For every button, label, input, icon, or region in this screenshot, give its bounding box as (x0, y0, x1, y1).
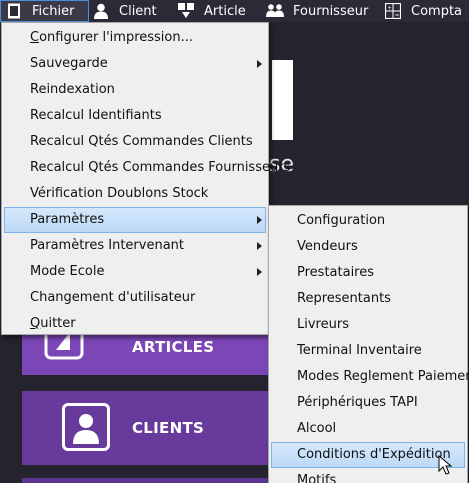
submenu-arrow-icon (257, 216, 262, 224)
menu-item-label: Recalcul Qtés Commandes Fournisseurs (30, 160, 291, 175)
articles-tile-label: ARTICLES (132, 337, 215, 356)
submenu-item-prestataires[interactable]: Prestataires (269, 260, 467, 286)
bottom-tile[interactable] (22, 478, 270, 483)
menu-item-label: Livreurs (297, 317, 349, 332)
submenu-item-configuration[interactable]: Configuration (269, 208, 467, 234)
background-logo-fragment (272, 60, 293, 140)
people-icon (266, 2, 284, 20)
mouse-pointer-icon (438, 455, 453, 475)
menu-item-label: onfigurer l'impression... (39, 30, 194, 45)
menu-item-configurer-impression[interactable]: Configurer l'impression... (2, 25, 268, 51)
menu-item-label: Mode Ecole (30, 264, 105, 279)
menu-item-label: Configuration (297, 213, 386, 228)
submenu-item-representants[interactable]: Representants (269, 286, 467, 312)
submenu-item-terminal-inventaire[interactable]: Terminal Inventaire (269, 338, 467, 364)
svg-text:=: = (395, 13, 399, 19)
menu-item-verification-doublons[interactable]: Vérification Doublons Stock (2, 181, 268, 207)
submenu-item-alcool[interactable]: Alcool (269, 416, 467, 442)
menu-item-label: Recalcul Qtés Commandes Clients (30, 134, 253, 149)
menu-fichier-label: Fichier (32, 3, 75, 19)
menu-item-recalcul-qtes-clients[interactable]: Recalcul Qtés Commandes Clients (2, 129, 268, 155)
menu-item-label: Terminal Inventaire (297, 343, 422, 358)
menu-item-changement-utilisateur[interactable]: Changement d'utilisateur (2, 285, 268, 311)
menu-fichier[interactable]: Fichier (0, 0, 89, 22)
menu-item-label: Périphériques TAPI (297, 395, 418, 410)
accelerator-c: C (30, 30, 40, 45)
menu-item-reindexation[interactable]: Reindexation (2, 77, 268, 103)
menu-item-label: Modes Reglement Paiement (297, 369, 469, 384)
menu-compta[interactable]: + = Compta (384, 0, 462, 22)
menu-item-label: Representants (297, 291, 391, 306)
svg-text:+: + (388, 6, 392, 12)
menu-item-label: Prestataires (297, 265, 375, 280)
submenu-arrow-icon (257, 268, 262, 276)
submenu-item-conditions-expedition[interactable]: Conditions d'Expédition (271, 442, 465, 468)
submenu-arrow-icon (257, 242, 262, 250)
menu-item-label: Paramètres (30, 212, 105, 227)
menu-client[interactable]: Client (92, 0, 157, 22)
menu-item-label: Conditions d'Expédition (297, 447, 451, 462)
article-icon (177, 2, 195, 20)
client-tile-icon (62, 403, 110, 451)
menu-fournisseur[interactable]: Fournisseur (266, 0, 368, 22)
submenu-item-peripheriques-tapi[interactable]: Périphériques TAPI (269, 390, 467, 416)
menu-item-label: Vendeurs (297, 239, 358, 254)
menu-item-label: Alcool (297, 421, 337, 436)
menu-article-label: Article (204, 3, 246, 19)
menu-item-label: Motifs (297, 473, 337, 483)
menu-item-label: Reindexation (30, 82, 115, 97)
clients-tile-label: CLIENTS (132, 419, 205, 437)
menu-item-mode-ecole[interactable]: Mode Ecole (2, 259, 268, 285)
submenu-item-modes-reglement[interactable]: Modes Reglement Paiement (269, 364, 469, 390)
menu-item-parametres[interactable]: Paramètres (4, 207, 266, 233)
menu-item-label: uitter (40, 316, 76, 331)
menu-fournisseur-label: Fournisseur (293, 3, 369, 19)
accelerator-q: Q (30, 316, 41, 331)
menu-article[interactable]: Article (177, 0, 246, 22)
fichier-dropdown: Configurer l'impression... Sauvegarde Re… (1, 22, 290, 337)
menu-item-recalcul-qtes-fournisseurs[interactable]: Recalcul Qtés Commandes Fournisseurs (2, 155, 290, 181)
menu-item-recalcul-identifiants[interactable]: Recalcul Identifiants (2, 103, 268, 129)
submenu-item-livreurs[interactable]: Livreurs (269, 312, 467, 338)
menu-client-label: Client (119, 3, 157, 19)
menu-item-label: Vérification Doublons Stock (30, 186, 209, 201)
menu-item-label: Recalcul Identifiants (30, 108, 162, 123)
calculator-icon: + = (384, 2, 402, 20)
menu-item-label: Sauvegarde (30, 56, 108, 71)
submenu-arrow-icon (257, 60, 262, 68)
document-icon (5, 2, 23, 20)
menu-item-label: Paramètres Intervenant (30, 238, 185, 253)
parametres-submenu: Configuration Vendeurs Prestataires Repr… (268, 205, 469, 483)
menu-item-quitter[interactable]: Quitter (2, 311, 268, 337)
menu-compta-label: Compta (411, 3, 463, 19)
menu-item-label: Changement d'utilisateur (30, 290, 196, 305)
menu-bar: Fichier Client Article Fournisseur + = Co… (0, 0, 469, 22)
menu-item-sauvegarde[interactable]: Sauvegarde (2, 51, 268, 77)
person-icon (92, 2, 110, 20)
menu-item-parametres-intervenant[interactable]: Paramètres Intervenant (2, 233, 268, 259)
clients-tile[interactable]: CLIENTS (22, 391, 270, 465)
submenu-item-vendeurs[interactable]: Vendeurs (269, 234, 467, 260)
